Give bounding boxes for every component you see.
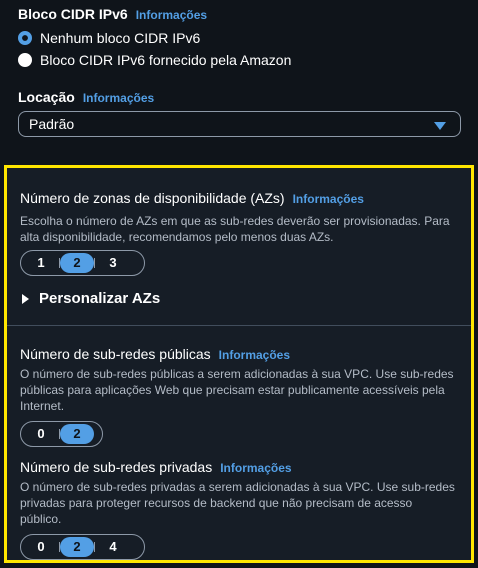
public-subnets-option-2[interactable]: 2 bbox=[60, 424, 94, 444]
private-subnets-info-link[interactable]: Informações bbox=[220, 461, 291, 475]
public-subnets-option-0[interactable]: 0 bbox=[23, 424, 59, 444]
customize-azs-toggle[interactable]: Personalizar AZs bbox=[22, 290, 160, 307]
public-subnets-description: O número de sub-redes públicas a serem a… bbox=[20, 366, 465, 414]
azs-info-link[interactable]: Informações bbox=[293, 192, 364, 206]
ipv6-info-link[interactable]: Informações bbox=[136, 8, 207, 22]
customize-azs-label: Personalizar AZs bbox=[39, 290, 161, 307]
azs-segmented-control[interactable]: 1 2 3 bbox=[20, 250, 145, 276]
azs-option-3[interactable]: 3 bbox=[95, 253, 131, 273]
ipv6-option-amazon[interactable]: Bloco CIDR IPv6 fornecido pela Amazon bbox=[18, 52, 291, 68]
private-subnets-description-line: público. bbox=[20, 512, 62, 526]
tenancy-label: Locação bbox=[18, 89, 75, 105]
ipv6-option-amazon-label: Bloco CIDR IPv6 fornecido pela Amazon bbox=[40, 52, 292, 68]
ipv6-option-none-label: Nenhum bloco CIDR IPv6 bbox=[40, 30, 201, 46]
private-subnets-option-0[interactable]: 0 bbox=[23, 537, 59, 557]
public-subnets-segmented-control[interactable]: 0 2 bbox=[20, 421, 103, 447]
ipv6-field-header: Bloco CIDR IPv6 Informações bbox=[18, 6, 207, 22]
public-subnets-description-line: públicas para aplicações Web que precisa… bbox=[20, 383, 445, 397]
public-subnets-description-line: Internet. bbox=[20, 399, 65, 413]
azs-option-2[interactable]: 2 bbox=[60, 253, 94, 273]
azs-option-1[interactable]: 1 bbox=[23, 253, 59, 273]
azs-field-header: Número de zonas de disponibilidade (AZs)… bbox=[20, 190, 364, 206]
azs-description: Escolha o número de AZs em que as sub-re… bbox=[20, 213, 465, 245]
caret-down-icon bbox=[434, 122, 446, 130]
private-subnets-segmented-control[interactable]: 0 2 4 bbox=[20, 534, 145, 560]
public-subnets-field-header: Número de sub-redes públicas Informações bbox=[20, 346, 290, 362]
radio-selected-icon[interactable] bbox=[18, 31, 32, 45]
public-subnets-label: Número de sub-redes públicas bbox=[20, 346, 211, 362]
private-subnets-description-line: O número de sub-redes privadas a serem a… bbox=[20, 480, 455, 494]
public-subnets-description-line: O número de sub-redes públicas a serem a… bbox=[20, 367, 454, 381]
tenancy-select-value: Padrão bbox=[29, 116, 75, 132]
subnet-config-panel: Número de zonas de disponibilidade (AZs)… bbox=[4, 165, 474, 563]
private-subnets-option-2[interactable]: 2 bbox=[60, 537, 94, 557]
private-subnets-label: Número de sub-redes privadas bbox=[20, 459, 213, 475]
radio-unselected-icon[interactable] bbox=[18, 53, 32, 67]
private-subnets-description-line: privadas para proteger recursos de backe… bbox=[20, 496, 413, 510]
tenancy-select[interactable]: Padrão bbox=[18, 111, 461, 137]
caret-right-icon bbox=[22, 293, 29, 304]
azs-description-line: Escolha o número de AZs em que as sub-re… bbox=[20, 214, 450, 228]
ipv6-option-none[interactable]: Nenhum bloco CIDR IPv6 bbox=[18, 30, 200, 46]
private-subnets-description: O número de sub-redes privadas a serem a… bbox=[20, 479, 465, 527]
tenancy-field-header: Locação Informações bbox=[18, 89, 154, 105]
private-subnets-field-header: Número de sub-redes privadas Informações bbox=[20, 459, 292, 475]
private-subnets-option-4[interactable]: 4 bbox=[95, 537, 131, 557]
section-divider bbox=[7, 325, 471, 326]
azs-label: Número de zonas de disponibilidade (AZs) bbox=[20, 190, 285, 206]
azs-description-line: alta disponibilidade, recomendamos pelo … bbox=[20, 230, 334, 244]
tenancy-info-link[interactable]: Informações bbox=[83, 91, 154, 105]
public-subnets-info-link[interactable]: Informações bbox=[219, 348, 290, 362]
ipv6-label: Bloco CIDR IPv6 bbox=[18, 6, 128, 22]
